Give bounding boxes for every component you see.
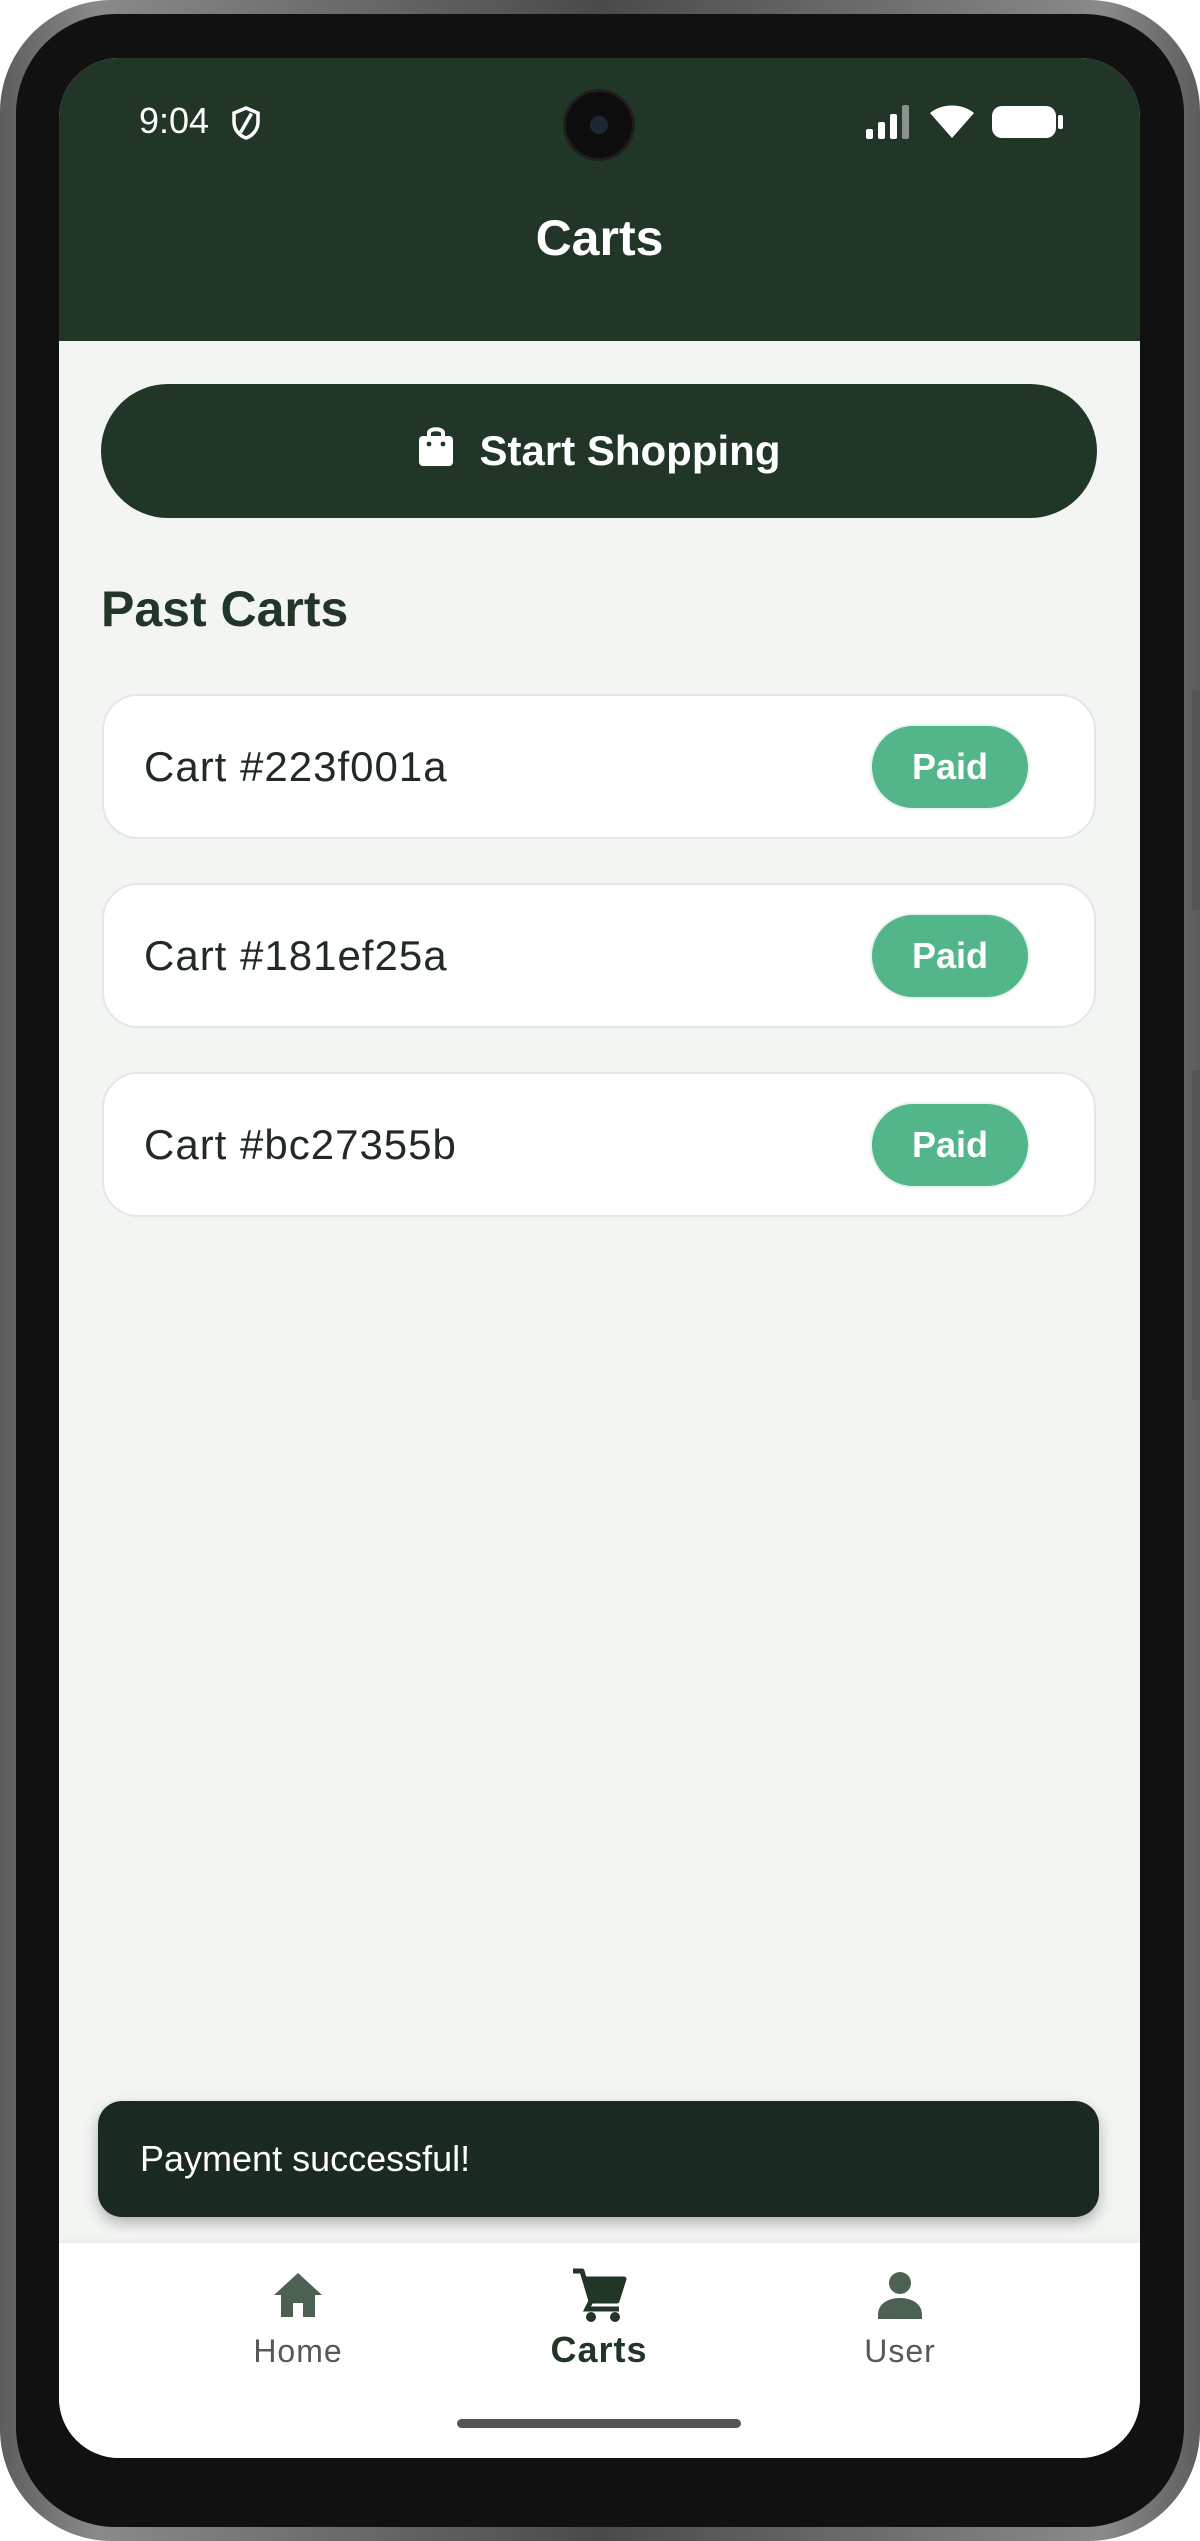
home-indicator[interactable]	[457, 2419, 741, 2428]
cart-name: Cart #223f001a	[144, 742, 448, 790]
start-shopping-label: Start Shopping	[479, 427, 781, 474]
list-item[interactable]: Cart #bc27355b Paid	[102, 1072, 1096, 1217]
signal-icon	[866, 104, 912, 144]
power-button	[1192, 690, 1200, 910]
phone-frame: 9:04 Carts Start Shopping Past Carts Car…	[0, 0, 1200, 2541]
nav-label-user: User	[864, 2333, 936, 2369]
status-badge: Paid	[870, 723, 1030, 810]
home-icon	[268, 2265, 328, 2325]
nav-label-home: Home	[253, 2333, 343, 2369]
user-icon	[870, 2265, 930, 2325]
nav-item-carts[interactable]: Carts	[449, 2243, 749, 2383]
shopping-bag-icon	[418, 425, 454, 477]
volume-button	[1192, 1070, 1200, 1400]
cart-list: Cart #223f001a Paid Cart #181ef25a Paid …	[102, 694, 1096, 1261]
status-badge: Paid	[870, 1101, 1030, 1188]
screen: 9:04 Carts Start Shopping Past Carts Car…	[59, 58, 1140, 2458]
snackbar-message: Payment successful!	[140, 2138, 471, 2179]
app-bar: 9:04 Carts	[59, 58, 1140, 341]
cart-name: Cart #181ef25a	[144, 931, 448, 979]
page-title: Carts	[535, 210, 664, 266]
wifi-icon	[930, 104, 974, 145]
cart-icon	[569, 2265, 629, 2325]
nav-item-user[interactable]: User	[750, 2243, 1050, 2383]
nav-item-home[interactable]: Home	[148, 2243, 448, 2383]
list-item[interactable]: Cart #223f001a Paid	[102, 694, 1096, 839]
nav-label-carts: Carts	[550, 2329, 648, 2370]
status-icons	[866, 104, 1064, 144]
cart-name: Cart #bc27355b	[144, 1120, 457, 1168]
list-item[interactable]: Cart #181ef25a Paid	[102, 883, 1096, 1028]
snackbar: Payment successful!	[98, 2101, 1099, 2217]
status-time: 9:04	[139, 100, 210, 141]
start-shopping-button[interactable]: Start Shopping	[101, 384, 1097, 518]
front-camera	[566, 92, 632, 158]
battery-icon	[992, 104, 1064, 145]
section-title-past-carts: Past Carts	[101, 581, 349, 637]
status-badge: Paid	[870, 912, 1030, 999]
shield-icon	[231, 106, 261, 140]
